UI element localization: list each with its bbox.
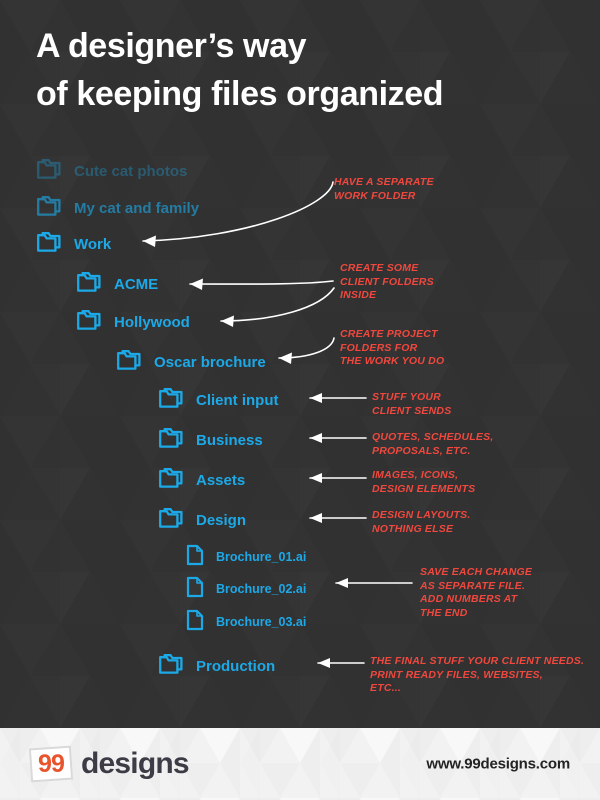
tree-item-label: Cute cat photos	[74, 162, 188, 180]
tree-item-label: Production	[196, 657, 276, 675]
folder-icon	[158, 467, 184, 494]
tree-item-hollywood[interactable]: Hollywood	[76, 306, 190, 338]
folder-icon	[159, 507, 183, 528]
folder-icon	[36, 158, 62, 185]
folder-icon	[116, 349, 142, 376]
99designs-logo[interactable]: 99 designs	[28, 745, 190, 783]
folder-icon	[158, 653, 184, 680]
tree-item-cute-cat-photos[interactable]: Cute cat photos	[36, 155, 187, 187]
folder-icon	[37, 195, 61, 216]
annotation-3: Create project folders for the work you …	[340, 328, 445, 368]
tree-item-brochure-03-ai[interactable]: Brochure_03.ai	[186, 606, 306, 638]
folder-icon	[158, 427, 184, 454]
annotation-9: The final stuff your client needs. Print…	[370, 655, 585, 695]
file-icon	[186, 576, 204, 597]
annotation-8: Save each change as separate file. Add n…	[420, 566, 533, 619]
folder-icon	[159, 387, 183, 408]
tree-item-label: My cat and family	[74, 199, 200, 217]
folder-icon	[37, 158, 61, 179]
folder-icon	[159, 653, 183, 674]
folder-icon	[158, 387, 184, 414]
annotation-1: Have a separate work folder	[334, 176, 434, 202]
tree-item-client-input[interactable]: Client input	[158, 384, 279, 416]
annotation-7: Design layouts. Nothing else	[372, 509, 471, 535]
tree-item-label: Brochure_01.ai	[216, 550, 307, 564]
tree-item-label: Brochure_03.ai	[216, 615, 307, 629]
tree-item-brochure-01-ai[interactable]: Brochure_01.ai	[186, 541, 306, 573]
logo-wordmark: designs	[81, 747, 190, 780]
file-icon	[186, 544, 204, 571]
tree-item-label: Brochure_02.ai	[216, 582, 307, 596]
tree-item-assets[interactable]: Assets	[158, 464, 245, 496]
folder-icon	[77, 271, 101, 292]
tree-item-brochure-02-ai[interactable]: Brochure_02.ai	[186, 573, 306, 605]
folder-icon	[76, 271, 102, 298]
annotation-5: Quotes, schedules, proposals, etc.	[372, 431, 494, 457]
tree-item-label: Hollywood	[114, 313, 190, 331]
footer: 99 designs www.99designs.com	[0, 728, 600, 800]
tree-item-label: Oscar brochure	[154, 353, 266, 371]
folder-icon	[36, 195, 62, 222]
footer-url[interactable]: www.99designs.com	[426, 756, 570, 773]
tree-item-oscar-brochure[interactable]: Oscar brochure	[116, 346, 266, 378]
folder-icon	[76, 309, 102, 336]
tree-item-label: Assets	[196, 471, 246, 489]
tree-item-label: Work	[74, 235, 112, 253]
tree-item-work[interactable]: Work	[36, 228, 111, 260]
annotation-6: Images, icons, design elements	[372, 469, 476, 495]
folder-icon	[159, 427, 183, 448]
tree-item-label: Design	[196, 511, 247, 529]
tree-item-label: Client input	[196, 391, 279, 409]
tree-item-my-cat-and-family[interactable]: My cat and family	[36, 192, 199, 224]
tree-item-design[interactable]: Design	[158, 504, 246, 536]
file-icon	[186, 609, 204, 636]
tree-item-acme[interactable]: ACME	[76, 268, 158, 300]
tree-item-production[interactable]: Production	[158, 650, 275, 682]
tree-item-label: Business	[196, 431, 263, 449]
tree-item-label: ACME	[114, 275, 159, 293]
folder-icon	[77, 309, 101, 330]
folder-icon	[37, 231, 61, 252]
folder-icon	[158, 507, 184, 534]
folder-icon	[159, 467, 183, 488]
folder-icon	[36, 231, 62, 258]
folder-icon	[117, 349, 141, 370]
file-icon	[186, 544, 204, 565]
annotation-2: Create some client folders inside	[340, 262, 434, 302]
file-icon	[186, 609, 204, 630]
annotation-4: Stuff your client sends	[372, 391, 452, 417]
tree-item-business[interactable]: Business	[158, 424, 263, 456]
infographic-canvas: A designer’s way of keeping files organi…	[0, 0, 600, 800]
logo-badge: 99	[28, 745, 74, 783]
file-icon	[186, 576, 204, 603]
logo-number: 99	[38, 749, 64, 778]
